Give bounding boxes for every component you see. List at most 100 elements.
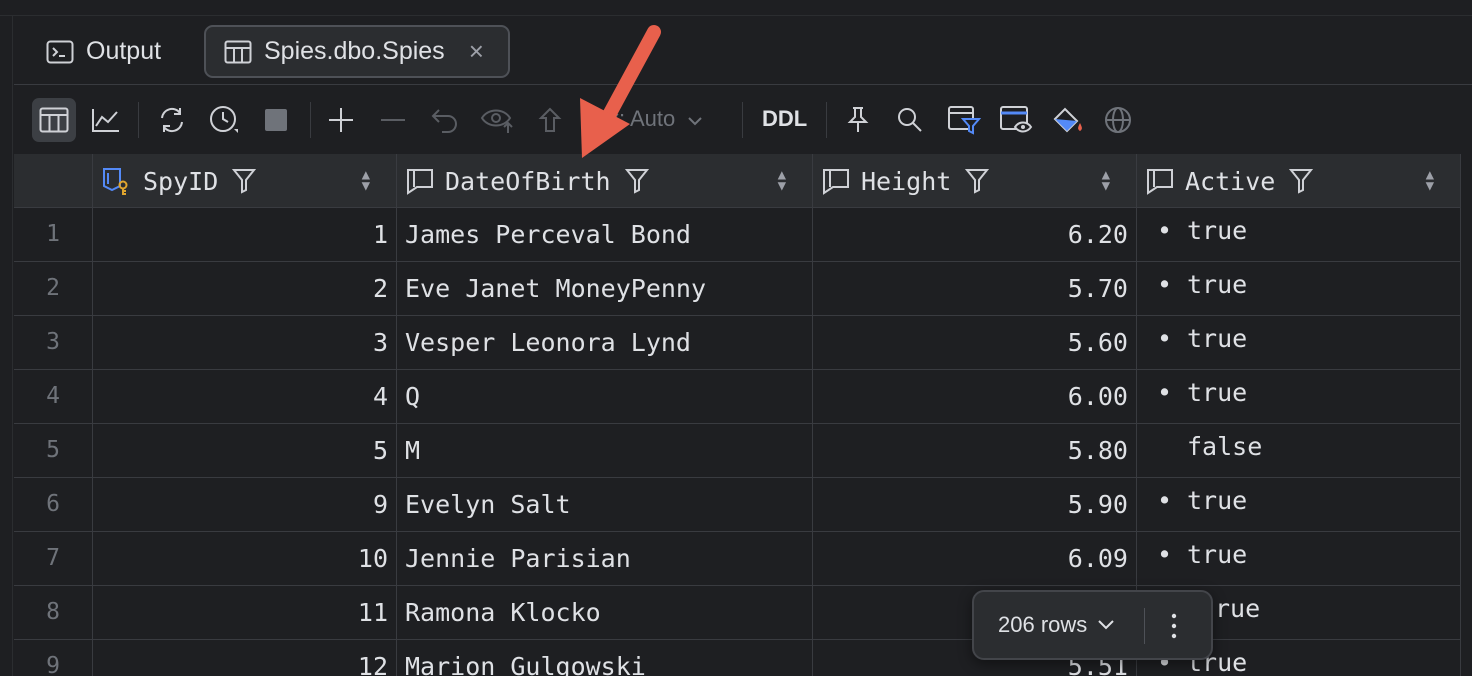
pin-icon [847,107,869,132]
bullet: • [1157,270,1173,299]
close-tab-icon[interactable]: × [469,36,484,67]
cell-active[interactable]: • true [1137,262,1461,315]
search-button[interactable] [888,98,932,142]
tab-spies-table[interactable]: Spies.dbo.Spies × [204,25,510,78]
cell-spyid[interactable]: 9 [93,478,397,531]
column-name: SpyID [143,166,219,196]
sort-icon[interactable]: ▲ ▼ [1102,168,1110,193]
cell-active[interactable]: false [1137,424,1461,477]
table-row[interactable]: 1 1 James Perceval Bond 6.20 • true [14,208,1461,262]
table-row[interactable]: 7 10 Jennie Parisian 6.09 • true [14,532,1461,586]
cell-active[interactable]: • true [1137,532,1461,585]
cell-dateofbirth[interactable]: M [397,424,813,477]
cell-spyid[interactable]: 10 [93,532,397,585]
filter-icon[interactable] [232,168,257,194]
row-number: 1 [14,208,93,261]
preview-changes-button[interactable] [476,98,520,142]
table-view-button[interactable] [32,98,76,142]
color-rows-button[interactable] [1046,98,1090,142]
column-header-height[interactable]: Height ▲ ▼ [813,154,1137,208]
cell-active-value: false [1187,432,1263,461]
cell-height[interactable]: 5.80 [813,424,1137,477]
toolbar-separator [138,102,139,138]
cell-spyid[interactable]: 12 [93,640,397,676]
cell-spyid[interactable]: 5 [93,424,397,477]
stop-button[interactable] [254,98,298,142]
table-icon [224,40,252,63]
grid-toolbar: x: Auto DDL [14,86,1472,154]
chevron-down-icon [688,117,703,126]
column-name: Active [1185,166,1276,196]
cell-active-value: true [1187,540,1248,569]
table-row[interactable]: 2 2 Eve Janet MoneyPenny 5.70 • true [14,262,1461,316]
chevron-down-icon[interactable] [1097,619,1115,631]
cell-dateofbirth[interactable]: Vesper Leonora Lynd [397,316,813,369]
cell-spyid[interactable]: 3 [93,316,397,369]
cell-height[interactable]: 6.09 [813,532,1137,585]
cell-active-value: true [1187,216,1248,245]
table-row[interactable]: 6 9 Evelyn Salt 5.90 • true [14,478,1461,532]
column-icon [823,169,849,195]
cell-dateofbirth[interactable]: Ramona Klocko [397,586,813,639]
chart-view-button[interactable] [84,98,128,142]
filter-table-button[interactable] [942,98,986,142]
sort-icon[interactable]: ▲ ▼ [362,168,370,193]
globe-button[interactable] [1096,98,1140,142]
toolbar-separator [826,102,827,138]
sort-icon[interactable]: ▲ ▼ [1426,168,1434,193]
table-row[interactable]: 3 3 Vesper Leonora Lynd 5.60 • true [14,316,1461,370]
table-row[interactable]: 9 12 Marion Gulgowski 5.51 • true [14,640,1461,676]
cell-active[interactable]: • true [1137,370,1461,423]
submit-button[interactable] [528,98,572,142]
cell-dateofbirth[interactable]: James Perceval Bond [397,208,813,261]
column-header-active[interactable]: Active ▲ ▼ [1137,154,1461,208]
sort-icon[interactable]: ▲ ▼ [778,168,786,193]
table-row[interactable]: 5 5 M 5.80 false [14,424,1461,478]
refresh-button[interactable] [150,98,194,142]
view-options-button[interactable] [994,98,1038,142]
more-vertical-icon[interactable] [1170,608,1178,644]
cell-height[interactable]: 6.00 [813,370,1137,423]
cell-active[interactable]: • true [1137,478,1461,531]
cell-height[interactable]: 6.20 [813,208,1137,261]
cell-dateofbirth[interactable]: Evelyn Salt [397,478,813,531]
filter-icon[interactable] [624,168,649,194]
cell-dateofbirth[interactable]: Jennie Parisian [397,532,813,585]
row-count-popup: 206 rows [972,590,1213,660]
delete-row-button[interactable] [371,98,415,142]
cell-dateofbirth[interactable]: Eve Janet MoneyPenny [397,262,813,315]
filter-icon[interactable] [1289,168,1314,194]
cell-dateofbirth[interactable]: Q [397,370,813,423]
cell-active[interactable]: • true [1137,316,1461,369]
refresh-icon [161,107,183,133]
cell-height[interactable]: 5.90 [813,478,1137,531]
revert-button[interactable] [423,98,467,142]
cell-dateofbirth[interactable]: Marion Gulgowski [397,640,813,676]
top-strip [0,0,1472,16]
cell-active-value: true [1187,270,1248,299]
arrow-up-icon [538,107,562,132]
bullet: • [1157,540,1173,569]
cell-spyid[interactable]: 4 [93,370,397,423]
tab-output[interactable]: Output [34,25,173,78]
minus-icon [381,119,405,121]
cell-spyid[interactable]: 11 [93,586,397,639]
cell-height[interactable]: 5.70 [813,262,1137,315]
ddl-button[interactable]: DDL [762,106,807,132]
add-row-button[interactable] [319,98,363,142]
cell-height[interactable]: 5.60 [813,316,1137,369]
table-row[interactable]: 8 11 Ramona Klocko rue [14,586,1461,640]
tab-spies-label: Spies.dbo.Spies [264,37,445,65]
column-header-spyid[interactable]: SpyID ▲ ▼ [93,154,397,208]
table-row[interactable]: 4 4 Q 6.00 • true [14,370,1461,424]
row-number: 9 [14,640,93,676]
clock-icon [210,106,238,133]
cell-spyid[interactable]: 1 [93,208,397,261]
row-count-label[interactable]: 206 rows [998,612,1087,638]
row-number: 6 [14,478,93,531]
pin-button[interactable] [836,98,880,142]
history-button[interactable] [202,98,246,142]
cell-spyid[interactable]: 2 [93,262,397,315]
cell-active[interactable]: • true [1137,208,1461,261]
filter-icon[interactable] [965,168,990,194]
